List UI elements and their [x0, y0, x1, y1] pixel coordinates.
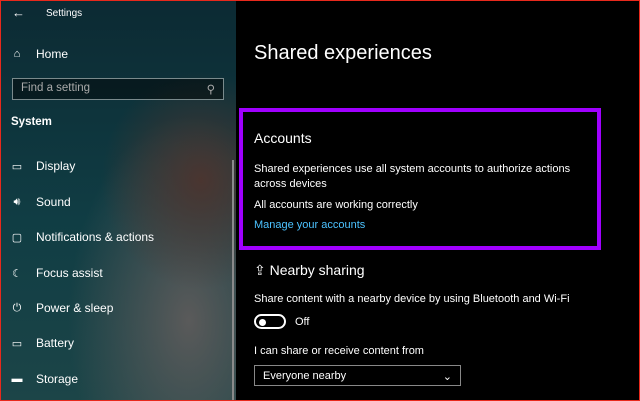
accounts-desc-2: across devices [254, 178, 327, 190]
battery-icon: ▭ [11, 337, 23, 350]
sidebar-item-battery[interactable]: ▭ Battery [10, 336, 74, 350]
display-icon: ▭ [11, 160, 23, 173]
speaker-icon: 🔊︎ [13, 195, 21, 208]
sidebar: ← Settings ⌂ Home Find a setting ⚲ System … [0, 0, 236, 401]
label: Notifications & actions [36, 230, 155, 244]
scrollbar[interactable] [232, 160, 234, 400]
label: Storage [36, 372, 79, 386]
sidebar-item-storage[interactable]: ▬ Storage [10, 372, 79, 386]
label: Display [36, 159, 76, 173]
sidebar-item-sound[interactable]: 🔊︎ Sound [10, 195, 71, 209]
moon-icon: ☾ [12, 267, 22, 280]
chevron-down-icon: ⌄ [442, 371, 452, 383]
select-value: Everyone nearby [263, 370, 347, 382]
share-from-select[interactable]: Everyone nearby ⌄ [254, 365, 461, 386]
manage-accounts-link[interactable]: Manage your accounts [254, 219, 365, 231]
sidebar-item-notifications[interactable]: ▢ Notifications & actions [10, 230, 154, 244]
back-arrow-icon[interactable]: ← [12, 5, 25, 20]
label: Sound [36, 195, 71, 209]
accounts-status: All accounts are working correctly [254, 199, 418, 211]
home-label: Home [36, 47, 69, 61]
search-placeholder: Find a setting [21, 82, 91, 94]
main-panel: Shared experiences Accounts Shared exper… [236, 0, 640, 401]
power-icon: ⏻ [12, 301, 22, 314]
accounts-heading: Accounts [254, 130, 312, 146]
sidebar-item-display[interactable]: ▭ Display [10, 159, 76, 173]
window-title: Settings [46, 8, 83, 19]
search-icon: ⚲ [206, 84, 215, 96]
sidebar-item-focus-assist[interactable]: ☾ Focus assist [10, 266, 103, 280]
nearby-sharing-icon: ⇪ [254, 262, 270, 278]
label: Focus assist [36, 266, 103, 280]
nearby-heading: ⇪ Nearby sharing [254, 262, 365, 279]
share-from-label: I can share or receive content from [254, 345, 424, 357]
toggle-state: Off [295, 316, 310, 328]
nearby-desc: Share content with a nearby device by us… [254, 293, 570, 305]
nearby-heading-text: Nearby sharing [269, 262, 365, 278]
notification-icon: ▢ [11, 231, 23, 244]
home-icon: ⌂ [13, 48, 21, 60]
page-title: Shared experiences [254, 42, 432, 64]
storage-icon: ▬ [11, 373, 23, 385]
label: Battery [36, 336, 75, 350]
accounts-desc: Shared experiences use all system accoun… [254, 163, 571, 175]
label: Power & sleep [36, 301, 114, 315]
sidebar-home[interactable]: ⌂ Home [10, 47, 68, 61]
section-heading: System [11, 116, 52, 128]
nearby-sharing-toggle[interactable] [254, 314, 286, 329]
sidebar-item-power[interactable]: ⏻ Power & sleep [10, 301, 114, 315]
search-input[interactable]: Find a setting ⚲ [12, 78, 224, 100]
